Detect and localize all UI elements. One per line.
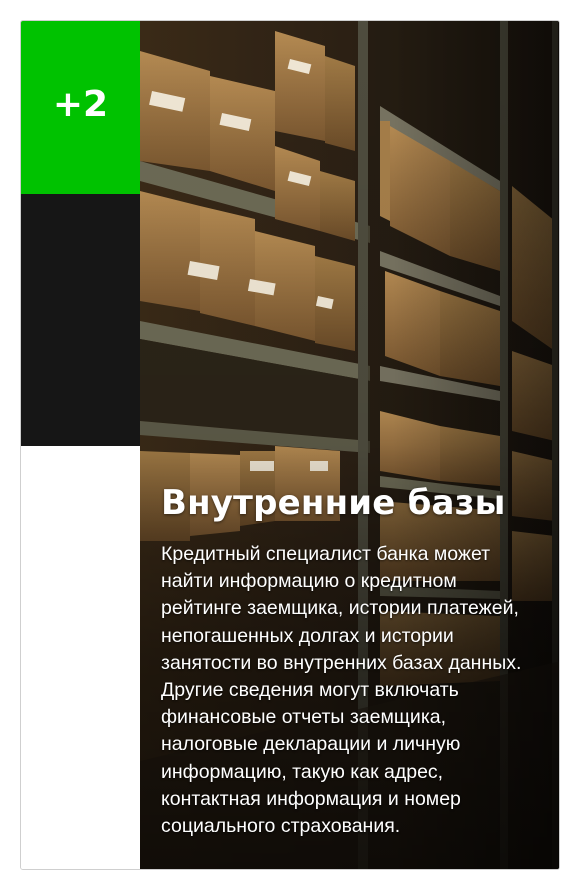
info-card: +2 Внутренние базы Кредитный специалист …: [20, 20, 560, 870]
card-content: Внутренние базы Кредитный специалист бан…: [161, 479, 546, 840]
dark-accent-block: [21, 194, 140, 446]
count-badge: +2: [21, 21, 140, 194]
card-title: Внутренние базы: [161, 483, 506, 523]
card-description: Кредитный специалист банка может найти и…: [161, 543, 522, 838]
blank-panel: [21, 446, 140, 869]
side-column: +2: [21, 21, 140, 869]
